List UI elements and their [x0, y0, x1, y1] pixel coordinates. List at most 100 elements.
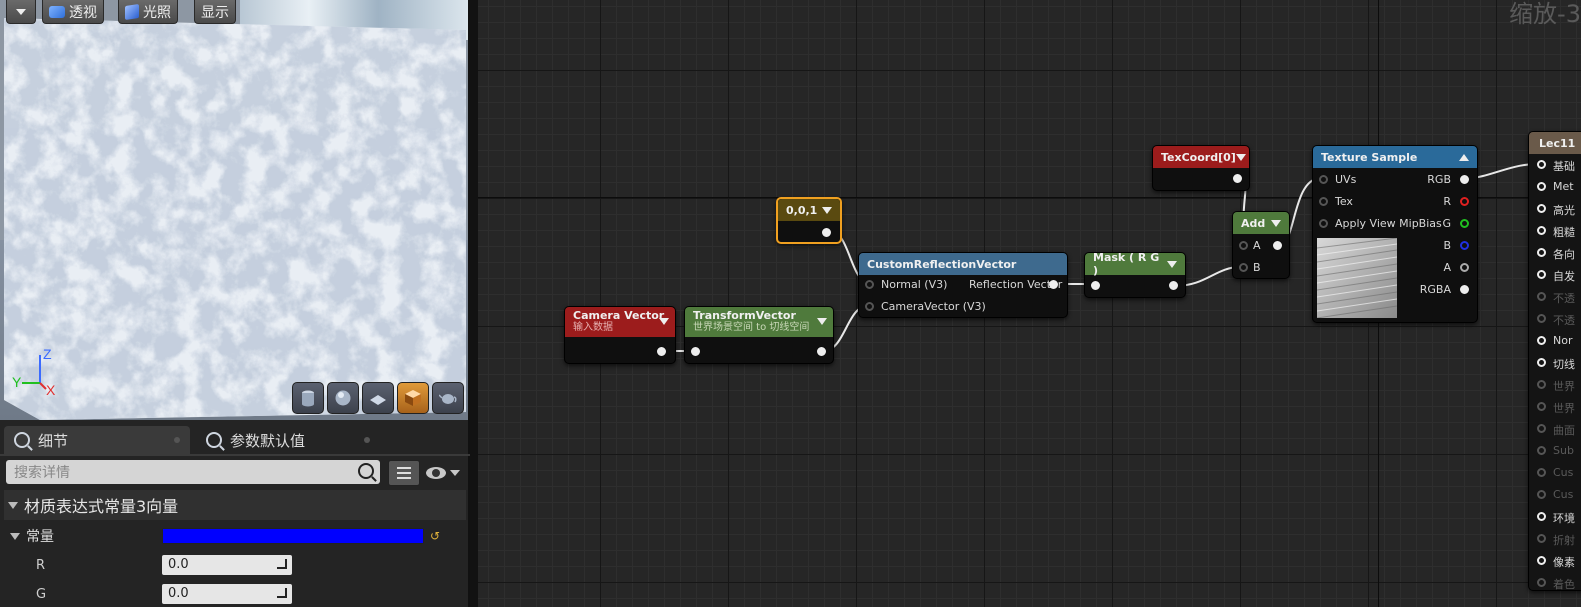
result-input-pin[interactable]	[1537, 556, 1546, 565]
chevron-down-icon[interactable]	[822, 206, 832, 214]
result-input-pin[interactable]	[1537, 248, 1546, 257]
output-pin-g[interactable]	[1460, 219, 1469, 228]
chevron-down-icon[interactable]	[1271, 219, 1281, 227]
lit-icon	[125, 3, 139, 20]
node-transform-vector[interactable]: TransformVector 世界场景空间 to 切线空间	[684, 306, 834, 364]
tab-parameter-defaults[interactable]: 参数默认值	[196, 426, 380, 454]
pin-label: Tex	[1335, 195, 1353, 208]
result-input-pin[interactable]	[1537, 160, 1546, 169]
node-material-result[interactable]: Lec11 基础 Met 高光 粗糙 各向 自发 不透 不透 Nor 切线 世界 世界 曲面 Sub Cus…	[1528, 131, 1581, 591]
chevron-down-icon[interactable]	[659, 318, 669, 325]
result-input-pin[interactable]	[1537, 424, 1546, 433]
result-input-pin[interactable]	[1537, 292, 1546, 301]
input-pin[interactable]	[1091, 281, 1100, 290]
output-pin[interactable]	[657, 347, 666, 356]
node-camera-vector[interactable]: Camera Vector 输入数据	[564, 306, 676, 364]
constant-color-swatch[interactable]	[162, 528, 424, 544]
perspective-button[interactable]: 透视	[42, 0, 104, 24]
node-header[interactable]: TransformVector 世界场景空间 to 切线空间	[685, 307, 833, 337]
axis-gizmo: Z Y X	[12, 346, 56, 395]
visibility-filter-button[interactable]	[426, 465, 464, 481]
preview-cube-button[interactable]	[397, 382, 429, 414]
reset-default-icon[interactable]: ↺	[430, 529, 440, 543]
output-pin[interactable]	[817, 347, 826, 356]
collapse-icon[interactable]	[1459, 153, 1469, 161]
lit-mode-button[interactable]: 光照	[118, 0, 178, 24]
node-header[interactable]: Lec11	[1529, 132, 1581, 154]
tab-details[interactable]: 细节	[4, 426, 190, 454]
show-label: 显示	[201, 4, 229, 21]
output-pin-a[interactable]	[1460, 263, 1469, 272]
result-input-pin[interactable]	[1537, 336, 1546, 345]
chevron-down-icon[interactable]	[1235, 153, 1246, 161]
preview-viewport[interactable]: 透视 光照 显示 Z Y X	[0, 0, 470, 420]
input-pin-tex[interactable]	[1319, 197, 1328, 206]
output-pin-rgb[interactable]	[1460, 175, 1469, 184]
result-input-pin[interactable]	[1537, 270, 1546, 279]
preview-plane-button[interactable]	[362, 382, 394, 414]
pin-label: CameraVector (V3)	[881, 300, 986, 313]
input-pin[interactable]	[691, 347, 700, 356]
result-input-pin[interactable]	[1537, 358, 1546, 367]
node-add[interactable]: Add A B	[1232, 211, 1290, 279]
node-header[interactable]: CustomReflectionVector	[859, 253, 1067, 275]
result-input-pin[interactable]	[1537, 402, 1546, 411]
tab-close-icon[interactable]	[174, 437, 180, 443]
node-texture-sample[interactable]: Texture Sample UVs Tex Apply View MipBia…	[1312, 145, 1478, 323]
output-pin-b[interactable]	[1460, 241, 1469, 250]
node-custom-reflection-vector[interactable]: CustomReflectionVector Normal (V3) Camer…	[858, 252, 1068, 318]
pin-label: G	[1442, 217, 1451, 230]
input-pin-b[interactable]	[1239, 263, 1248, 272]
result-input-pin[interactable]	[1537, 226, 1546, 235]
result-input-pin[interactable]	[1537, 512, 1546, 521]
g-value-field[interactable]: 0.0	[162, 584, 292, 604]
tab-close-icon[interactable]	[364, 437, 370, 443]
node-title: Add	[1241, 216, 1266, 230]
input-pin-mipbias[interactable]	[1319, 219, 1328, 228]
search-icon[interactable]	[358, 463, 374, 479]
preview-cylinder-button[interactable]	[292, 382, 324, 414]
result-input-pin[interactable]	[1537, 468, 1546, 477]
node-mask-rg[interactable]: Mask ( R G )	[1084, 251, 1186, 298]
input-pin-uvs[interactable]	[1319, 175, 1328, 184]
result-input-pin[interactable]	[1537, 204, 1546, 213]
show-button[interactable]: 显示	[194, 0, 236, 24]
output-pin-r[interactable]	[1460, 197, 1469, 206]
list-view-button[interactable]	[388, 460, 420, 486]
r-value-field[interactable]: 0.0	[162, 555, 292, 575]
output-pin-rgba[interactable]	[1460, 285, 1469, 294]
node-header[interactable]: Add	[1233, 212, 1289, 234]
input-pin-a[interactable]	[1239, 241, 1248, 250]
input-pin-camera-vector[interactable]	[865, 302, 874, 311]
output-pin[interactable]	[1169, 281, 1178, 290]
node-header[interactable]: Texture Sample	[1313, 146, 1477, 168]
result-input-pin[interactable]	[1537, 446, 1546, 455]
result-input-pin[interactable]	[1537, 578, 1546, 587]
material-graph[interactable]: 缩放-3 0,0,1 Camera Vector 输入数据 TransformV…	[478, 0, 1581, 607]
result-input-pin[interactable]	[1537, 182, 1546, 191]
panel-splitter[interactable]	[470, 0, 478, 607]
input-pin-normal[interactable]	[865, 280, 874, 289]
output-pin[interactable]	[822, 228, 831, 237]
result-input-pin[interactable]	[1537, 534, 1546, 543]
chevron-down-icon[interactable]	[817, 318, 827, 325]
output-pin[interactable]	[1049, 280, 1058, 289]
search-details-input[interactable]: 搜索详情	[6, 460, 380, 484]
node-constant3[interactable]: 0,0,1	[776, 197, 842, 244]
section-header[interactable]: 材质表达式常量3向量	[4, 490, 466, 520]
preview-sphere-button[interactable]	[327, 382, 359, 414]
viewport-menu-button[interactable]	[6, 0, 36, 24]
node-header[interactable]: TexCoord[0]	[1153, 146, 1249, 168]
expand-icon[interactable]	[10, 532, 20, 540]
node-header[interactable]: Mask ( R G )	[1085, 251, 1185, 277]
result-input-pin[interactable]	[1537, 314, 1546, 323]
node-header[interactable]: Camera Vector 输入数据	[565, 307, 675, 337]
node-texcoord[interactable]: TexCoord[0]	[1152, 145, 1250, 191]
preview-teapot-button[interactable]	[432, 382, 464, 414]
output-pin[interactable]	[1233, 174, 1242, 183]
chevron-down-icon[interactable]	[1167, 260, 1177, 268]
result-input-pin[interactable]	[1537, 380, 1546, 389]
result-input-pin[interactable]	[1537, 490, 1546, 499]
node-header[interactable]: 0,0,1	[778, 199, 840, 221]
output-pin[interactable]	[1273, 241, 1282, 250]
